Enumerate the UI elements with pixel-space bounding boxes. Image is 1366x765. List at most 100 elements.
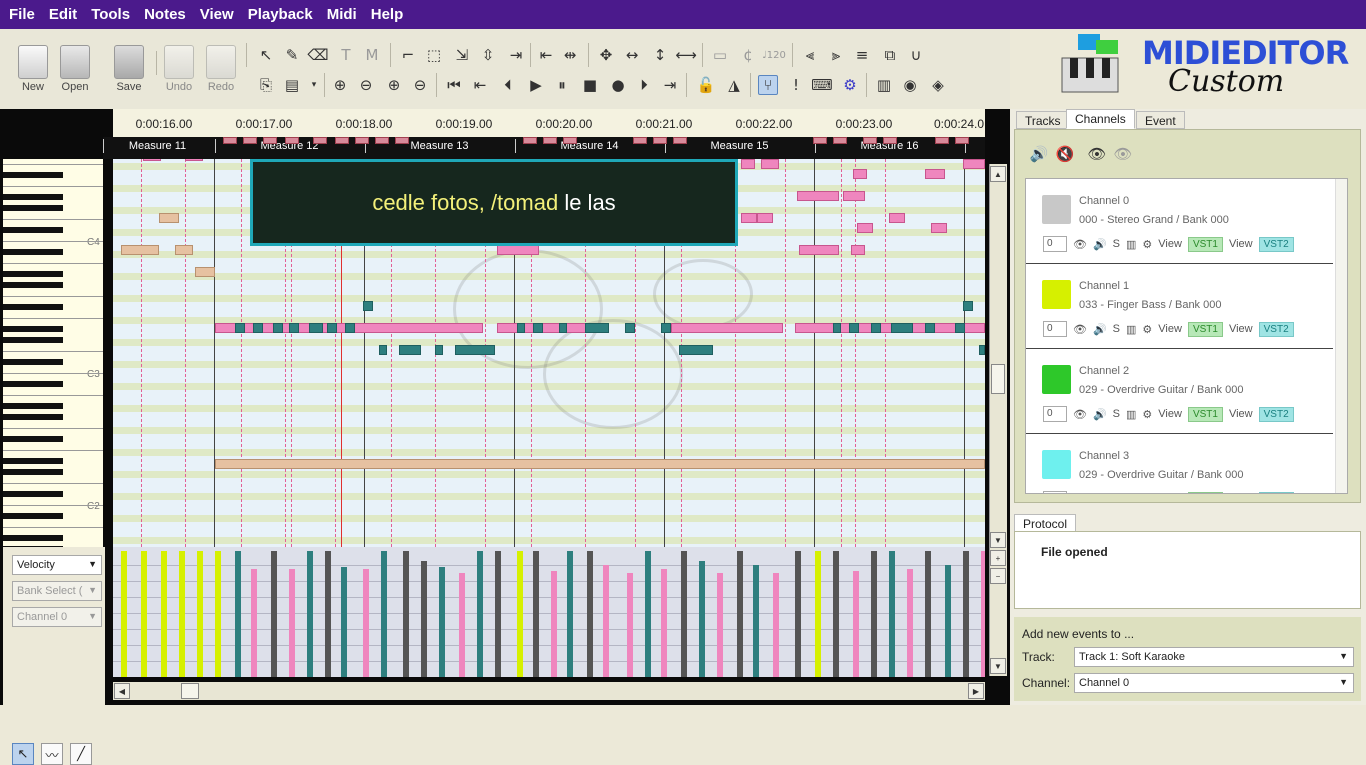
pencil-icon[interactable]: ✎ [282,45,302,65]
save-button[interactable]: Save [106,45,152,93]
visible-eye-icon[interactable]: 👁 [1073,493,1087,494]
move-all-icon[interactable]: ✥ [596,45,616,65]
midi-note[interactable] [273,323,283,333]
velocity-bar[interactable] [289,569,295,677]
midi-note[interactable] [327,323,337,333]
midi-note[interactable] [253,323,263,333]
channel-row[interactable]: Channel 0 000 - Stereo Grand / Bank 000 0 👁… [1026,179,1333,264]
midi-note[interactable] [661,323,671,333]
line-tool-button[interactable]: ╱ [70,743,92,765]
velocity-bar[interactable] [271,551,277,677]
velocity-bar[interactable] [889,551,895,677]
velocity-bar[interactable] [963,551,969,677]
midi-note[interactable] [851,245,865,255]
midi-note[interactable] [235,323,245,333]
midi-note[interactable] [757,213,773,223]
step-forward-icon[interactable]: ⏵ [634,75,654,95]
channel-select-add[interactable]: Channel 0 ▼ [1074,673,1354,693]
view-vst1-button[interactable]: View [1158,493,1182,494]
velocity-bar[interactable] [795,551,801,677]
visible-eye-icon[interactable]: 👁 [1073,238,1087,251]
channel-color-swatch[interactable] [1042,365,1071,394]
velocity-bar[interactable] [737,551,743,677]
velocity-bar[interactable] [699,561,705,677]
view-vst2-button[interactable]: View [1229,493,1253,494]
thru-connection-icon[interactable]: ⑂ [758,75,778,95]
piano-black-key[interactable] [3,414,63,420]
menu-tools[interactable]: Tools [84,6,137,23]
midi-note[interactable] [309,323,323,333]
text-tool-icon[interactable]: T [336,45,356,65]
velocity-bar[interactable] [439,567,445,677]
menu-playback[interactable]: Playback [241,6,320,23]
midi-note[interactable] [399,345,421,355]
channel-row[interactable]: Channel 3 029 - Overdrive Guitar / Bank 0… [1026,434,1333,494]
menu-help[interactable]: Help [364,6,411,23]
menu-file[interactable]: File [2,6,42,23]
drum-kit-icon[interactable]: ◈ [928,75,948,95]
velocity-bar[interactable] [833,551,839,677]
midi-note[interactable] [797,191,839,201]
tab-channels[interactable]: Channels [1066,109,1135,129]
velocity-bar[interactable] [459,573,465,677]
velocity-bar[interactable] [215,551,221,677]
select-single-icon[interactable]: ⇲ [452,45,472,65]
copy-icon[interactable]: ⎘ [256,75,276,95]
all-invisible-icon[interactable]: 👁 [1113,144,1133,164]
instrument-piano-icon[interactable]: ▥ [1126,408,1136,421]
instrument-piano-icon[interactable]: ▥ [1126,238,1136,251]
midi-note[interactable] [963,159,985,169]
vst2-button[interactable]: VST2 [1258,321,1294,337]
midi-note[interactable] [857,223,873,233]
midi-note[interactable] [497,245,539,255]
velocity-bar[interactable] [197,551,203,677]
vst1-button[interactable]: VST1 [1187,321,1223,337]
menu-view[interactable]: View [193,6,241,23]
velocity-bar[interactable] [363,569,369,677]
move-left-icon[interactable]: ⇤ [536,45,556,65]
piano-black-key[interactable] [3,491,63,497]
settings-gear-icon[interactable]: ⚙ [840,75,860,95]
pointer-tool-button[interactable]: ↖ [12,743,34,765]
channel-color-swatch[interactable] [1042,280,1071,309]
paste-icon[interactable]: ▤ [282,75,302,95]
channel-program[interactable]: 029 - Overdrive Guitar / Bank 000 [1079,384,1243,396]
zoom-plus-icon[interactable]: + [990,550,1006,566]
tab-event[interactable]: Event [1136,111,1185,129]
channel-select[interactable]: Channel 0 ▼ [12,607,102,627]
velocity-bar[interactable] [381,551,387,677]
vst1-button[interactable]: VST1 [1187,236,1223,252]
velocity-editor[interactable] [113,547,985,677]
scroll-up-icon[interactable]: ▲ [990,166,1006,182]
vst1-button[interactable]: VST1 [1187,491,1223,493]
channel-program[interactable]: 029 - Overdrive Guitar / Bank 000 [1079,469,1243,481]
channel-color-swatch[interactable] [1042,450,1071,479]
zoom-in-icon[interactable]: ⊕ [330,75,350,95]
velocity-bar[interactable] [179,551,185,677]
stop-icon[interactable]: ■ [580,75,600,95]
menu-midi[interactable]: Midi [320,6,364,23]
midi-note[interactable] [931,223,947,233]
menu-notes[interactable]: Notes [137,6,193,23]
piano-black-key[interactable] [3,271,63,277]
piano-black-key[interactable] [3,381,63,387]
view-vst2-button[interactable]: View [1229,238,1253,250]
protocol-entry[interactable]: File opened [1041,545,1108,559]
zoom-in-h-icon[interactable]: ⊕ [384,75,404,95]
panic-icon[interactable]: ! [786,75,806,95]
measure-ruler[interactable]: Measure 11 Measure 12 Measure 13 Measure… [103,137,985,159]
bank-select[interactable]: Bank Select (▼ [12,581,102,601]
piano-black-key[interactable] [3,535,63,541]
scroll-left-icon[interactable]: ◀ [114,683,130,699]
step-back-icon[interactable]: ⏴ [498,75,518,95]
piano-icon[interactable]: ▥ [874,75,894,95]
velocity-bar[interactable] [341,567,347,677]
midi-note[interactable] [963,301,973,311]
velocity-bar[interactable] [773,573,779,677]
velocity-bar[interactable] [627,573,633,677]
scroll-right-icon[interactable]: ▶ [968,683,984,699]
midi-note[interactable] [517,323,525,333]
channel-program[interactable]: 033 - Finger Bass / Bank 000 [1079,299,1221,311]
back-marker-icon[interactable]: ⇤ [470,75,490,95]
midi-note[interactable] [761,159,779,169]
